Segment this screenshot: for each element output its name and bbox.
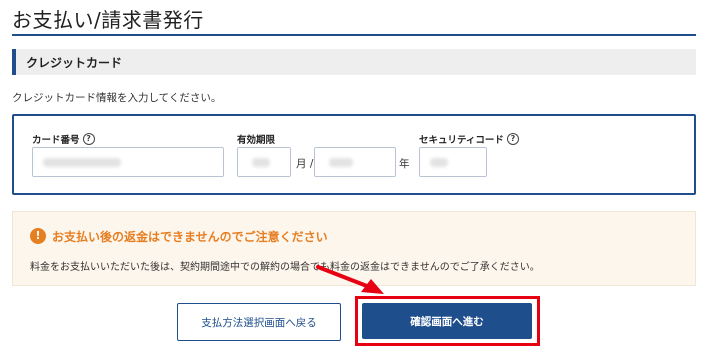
title-divider <box>12 34 696 36</box>
warning-icon: ! <box>30 228 46 244</box>
help-icon[interactable]: ? <box>82 133 95 145</box>
month-unit: 月 / <box>296 158 314 170</box>
security-code-input[interactable] <box>419 147 487 177</box>
instruction-text: クレジットカード情報を入力してください。 <box>12 92 222 104</box>
notice-body: 料金をお支払いいただいた後は、契約期間途中での解約の場合でも料金の返金はできませ… <box>30 262 540 273</box>
section-heading: クレジットカード <box>26 56 123 70</box>
masked-value <box>329 158 353 167</box>
back-button[interactable]: 支払方法選択画面へ戻る <box>177 303 341 341</box>
notice-title: お支払い後の返金はできませんのでご注意ください <box>52 230 328 244</box>
masked-value <box>430 158 448 167</box>
year-unit: 年 <box>399 158 410 170</box>
expiry-label: 有効期限 <box>237 132 275 146</box>
card-number-label: カード番号 ? <box>32 132 95 146</box>
help-icon[interactable]: ? <box>506 133 519 145</box>
security-code-label-text: セキュリティコード <box>419 135 504 146</box>
expiry-label-text: 有効期限 <box>237 135 276 146</box>
card-number-input[interactable] <box>32 147 224 177</box>
confirm-button[interactable]: 確認画面へ進む <box>362 303 532 339</box>
refund-notice: ! お支払い後の返金はできませんのでご注意ください 料金をお支払いいただいた後は… <box>12 211 696 286</box>
expiry-year-input[interactable] <box>314 147 396 177</box>
masked-value <box>43 158 121 167</box>
masked-value <box>252 158 270 167</box>
card-number-label-text: カード番号 <box>32 135 80 146</box>
security-code-label: セキュリティコード ? <box>419 132 519 146</box>
section-header: クレジットカード <box>12 49 696 75</box>
card-form: カード番号 ? 有効期限 月 / 年 セキュリティコード ? <box>12 114 696 195</box>
page-title: お支払い/請求書発行 <box>12 8 204 32</box>
expiry-month-input[interactable] <box>237 147 291 177</box>
